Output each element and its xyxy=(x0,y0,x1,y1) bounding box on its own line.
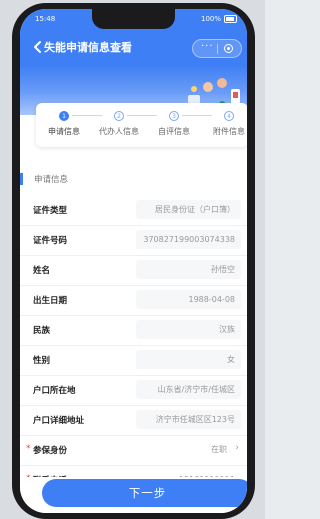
step-number: 1 xyxy=(59,111,69,121)
form-row-registered-residence: 户口所在地 山东省/济宁市/任城区 xyxy=(20,375,247,406)
progress-steps: 1 申请信息 2 代办人信息 3 自评信息 4 附件信息 xyxy=(36,103,247,147)
status-time: 15:48 xyxy=(35,15,56,23)
page-title: 失能申请信息查看 xyxy=(44,41,132,54)
field-label: 姓名 xyxy=(33,266,51,276)
section-marker xyxy=(20,173,23,185)
insured-status-select[interactable]: 在职 xyxy=(136,440,241,459)
more-icon[interactable]: ··· xyxy=(201,41,214,52)
detailed-address-field: 济宁市任城区区123号 xyxy=(136,410,241,429)
id-number-field: 370827199003074338 xyxy=(136,230,241,249)
form-row-birth-date: 出生日期 1988-04-08 xyxy=(20,285,247,316)
capsule-divider xyxy=(217,44,218,54)
step-label: 代办人信息 xyxy=(99,127,139,136)
field-label: 参保身份 xyxy=(33,446,68,456)
step-number: 4 xyxy=(224,111,234,121)
step-self-assessment[interactable]: 3 自评信息 xyxy=(145,111,203,137)
phone-frame: 15:48 100% 失能申请信息查看 ··· 1 申请信息 2 代办人信息 3… xyxy=(12,3,255,519)
required-mark: * xyxy=(26,444,31,454)
field-label: 性别 xyxy=(33,356,51,366)
residence-region-field: 山东省/济宁市/任城区 xyxy=(136,380,241,399)
form-row-gender: 性别 女 xyxy=(20,345,247,376)
step-number: 3 xyxy=(169,111,179,121)
form-row-id-type: 证件类型 居民身份证（户口簿） xyxy=(20,195,247,226)
form-row-ethnicity: 民族 汉族 xyxy=(20,315,247,346)
device-background: 15:48 100% 失能申请信息查看 ··· 1 申请信息 2 代办人信息 3… xyxy=(0,0,265,519)
status-battery-text: 100% xyxy=(200,15,221,23)
form-row-id-number: 证件号码 370827199003074338 xyxy=(20,225,247,256)
field-label: 户口详细地址 xyxy=(33,416,85,426)
form-row-insured-status[interactable]: * 参保身份 在职 › xyxy=(20,435,247,466)
step-label: 自评信息 xyxy=(158,127,190,136)
field-label: 证件号码 xyxy=(33,236,68,246)
step-label: 附件信息 xyxy=(213,127,245,136)
next-step-button[interactable]: 下一步 xyxy=(42,479,247,507)
chevron-right-icon: › xyxy=(235,443,239,453)
step-application-info[interactable]: 1 申请信息 xyxy=(35,111,93,137)
footer-bar: 下一步 xyxy=(20,477,247,513)
close-target-icon[interactable] xyxy=(224,44,233,53)
birth-date-field: 1988-04-08 xyxy=(136,290,241,309)
mini-program-capsule: ··· xyxy=(192,39,242,58)
gender-field: 女 xyxy=(136,350,241,369)
nav-bar: 失能申请信息查看 ··· xyxy=(20,29,247,65)
phone-notch xyxy=(92,9,175,29)
step-number: 2 xyxy=(114,111,124,121)
field-label: 出生日期 xyxy=(33,296,68,306)
battery-icon xyxy=(224,15,237,23)
field-label: 户口所在地 xyxy=(33,386,76,396)
field-label: 证件类型 xyxy=(33,206,68,216)
app-screen: 15:48 100% 失能申请信息查看 ··· 1 申请信息 2 代办人信息 3… xyxy=(20,9,247,513)
section-title: 申请信息 xyxy=(34,175,69,185)
ethnicity-field: 汉族 xyxy=(136,320,241,339)
step-label: 申请信息 xyxy=(48,127,80,136)
step-attachments[interactable]: 4 附件信息 xyxy=(200,111,247,137)
form-row-detailed-address: 户口详细地址 济宁市任城区区123号 xyxy=(20,405,247,436)
field-label: 民族 xyxy=(33,326,51,336)
step-agent-info[interactable]: 2 代办人信息 xyxy=(90,111,148,137)
form-row-name: 姓名 孙悟空 xyxy=(20,255,247,286)
back-icon[interactable] xyxy=(32,40,44,54)
id-type-field: 居民身份证（户口簿） xyxy=(136,200,241,219)
name-field: 孙悟空 xyxy=(136,260,241,279)
